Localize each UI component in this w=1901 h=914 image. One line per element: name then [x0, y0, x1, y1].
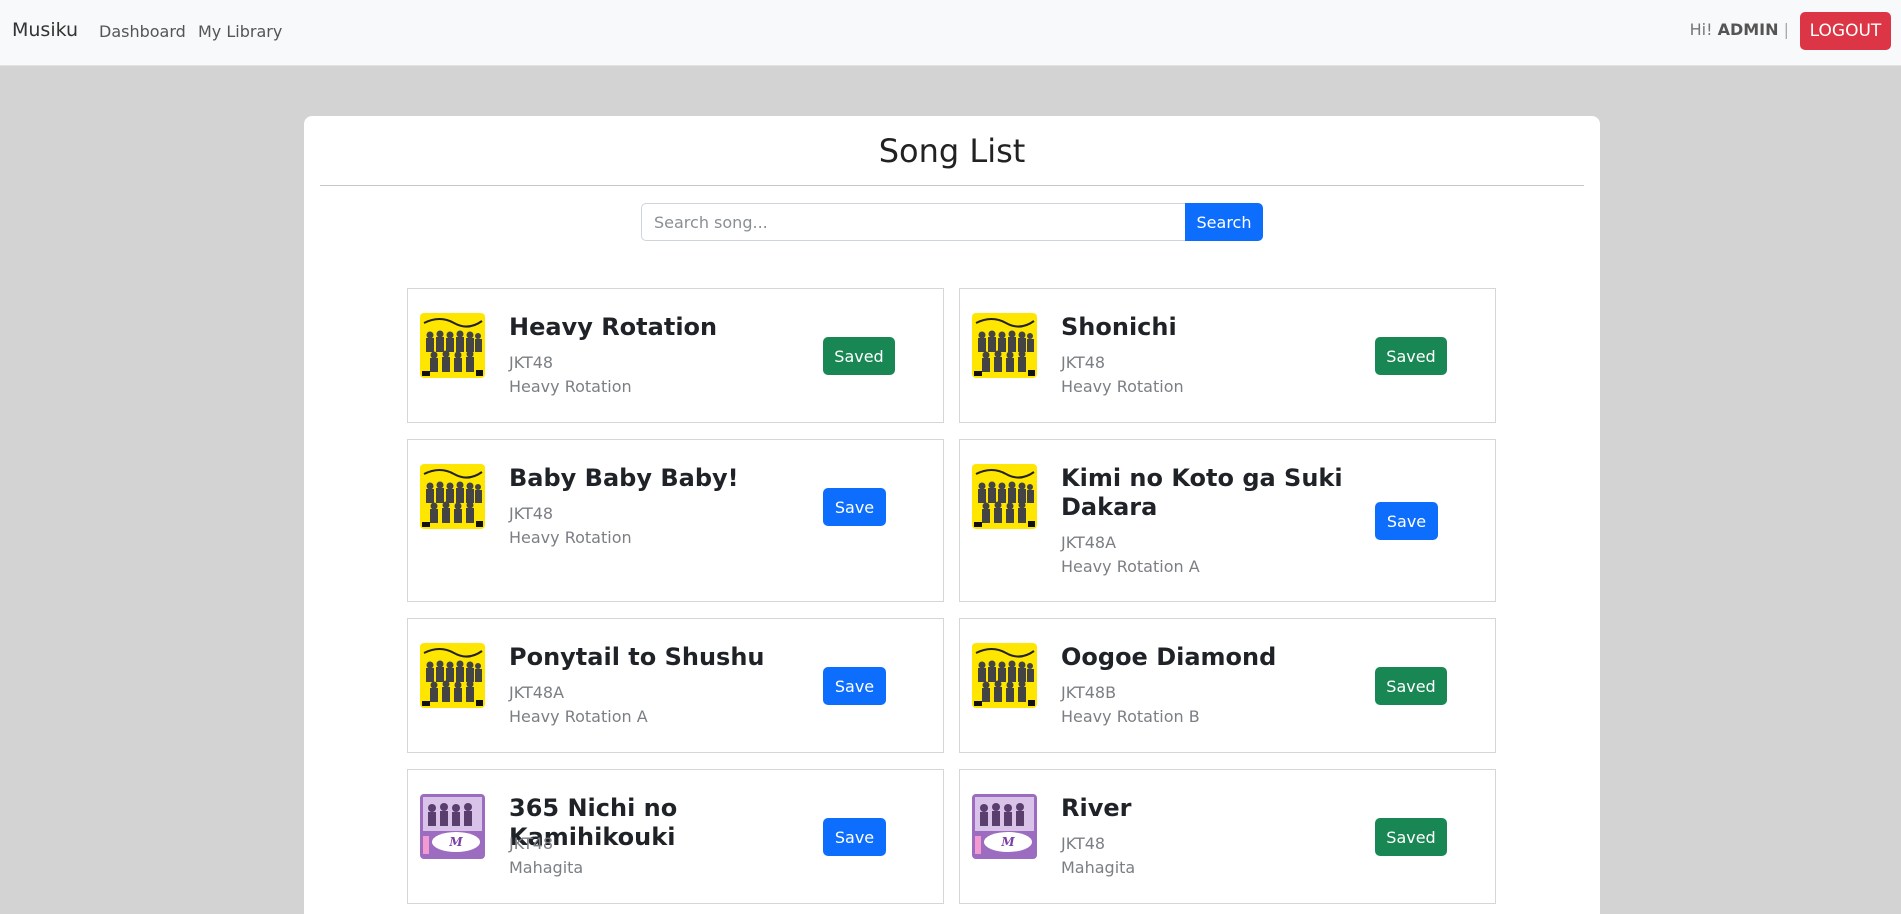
song-album: Mahagita: [1061, 858, 1136, 877]
song-album: Heavy Rotation B: [1061, 707, 1200, 726]
song-title: Ponytail to Shushu: [509, 643, 765, 671]
song-artist: JKT48A: [1061, 533, 1117, 552]
svg-text:M: M: [1000, 835, 1015, 849]
saved-button[interactable]: Saved: [1375, 818, 1447, 856]
page-title: Song List: [878, 132, 1026, 170]
song-album: Heavy Rotation: [509, 528, 632, 547]
album-cover-image: [420, 313, 485, 378]
album-cover-image: [420, 643, 485, 708]
song-artist: JKT48: [1061, 834, 1106, 853]
song-album: Heavy Rotation A: [509, 707, 648, 726]
greeting-separator: |: [1783, 20, 1789, 39]
saved-button[interactable]: Saved: [823, 337, 895, 375]
song-artist: JKT48A: [509, 683, 565, 702]
song-artist: JKT48: [509, 834, 554, 853]
song-title: River: [1061, 794, 1132, 822]
album-cover-image: [972, 643, 1037, 708]
save-button[interactable]: Save: [823, 667, 886, 705]
logout-button[interactable]: LOGOUT: [1800, 12, 1891, 50]
song-artist: JKT48B: [1061, 683, 1117, 702]
search-button[interactable]: Search: [1185, 203, 1263, 241]
song-title: Kimi no Koto ga Suki Dakara: [1061, 464, 1343, 521]
song-card: Shonichi JKT48 Heavy Rotation Saved: [959, 288, 1496, 423]
album-cover-image: M: [972, 794, 1037, 859]
song-card: M River JKT48 Mahagita Saved: [959, 769, 1496, 904]
song-artist: JKT48: [509, 504, 554, 523]
greeting-prefix: Hi!: [1689, 20, 1713, 39]
navbar: Musiku Dashboard My Library Hi! ADMIN | …: [0, 0, 1901, 66]
save-button[interactable]: Save: [823, 488, 886, 526]
song-title: Shonichi: [1061, 313, 1177, 341]
song-artist: JKT48: [509, 353, 554, 372]
song-album: Heavy Rotation A: [1061, 557, 1200, 576]
song-title: Oogoe Diamond: [1061, 643, 1277, 671]
title-divider: [320, 185, 1584, 186]
song-list-panel: Song List Search Heavy RotationJKT48Heav…: [304, 116, 1600, 914]
song-card: Baby Baby Baby! JKT48 Heavy Rotation Save: [407, 439, 944, 602]
song-title: Heavy Rotation: [509, 313, 718, 341]
album-cover-image: [420, 464, 485, 529]
song-card: M 365 Nichi no Kamihikouki JKT48 Mahagita S…: [407, 769, 944, 904]
album-cover-image: [972, 464, 1037, 529]
song-album: Heavy Rotation: [509, 377, 632, 396]
album-cover-image: M: [420, 794, 485, 859]
brand-logo[interactable]: Musiku: [12, 19, 78, 41]
song-card: Oogoe Diamond JKT48B Heavy Rotation B Saved: [959, 618, 1496, 753]
song-title: Baby Baby Baby!: [509, 464, 739, 492]
user-greeting: Hi! ADMIN |: [1690, 20, 1789, 39]
nav-my-library[interactable]: My Library: [198, 22, 282, 41]
song-album: Heavy Rotation: [1061, 377, 1184, 396]
save-button[interactable]: Save: [1375, 502, 1438, 540]
song-artist: JKT48: [1061, 353, 1106, 372]
nav-dashboard[interactable]: Dashboard: [99, 22, 186, 41]
album-cover-image: [972, 313, 1037, 378]
song-card: Ponytail to Shushu JKT48A Heavy Rotation A…: [407, 618, 944, 753]
username: ADMIN: [1717, 20, 1779, 39]
song-card: Kimi no Koto ga Suki Dakara JKT48A Heavy R…: [959, 439, 1496, 602]
svg-text:M: M: [448, 835, 463, 849]
saved-button[interactable]: Saved: [1375, 337, 1447, 375]
song-title: 365 Nichi no Kamihikouki: [509, 794, 678, 851]
save-button[interactable]: Save: [823, 818, 886, 856]
song-album: Mahagita: [509, 858, 584, 877]
saved-button[interactable]: Saved: [1375, 667, 1447, 705]
song-card: Heavy Rotation JKT48 Heavy Rotation Saved: [407, 288, 944, 423]
search-input[interactable]: [641, 203, 1185, 241]
